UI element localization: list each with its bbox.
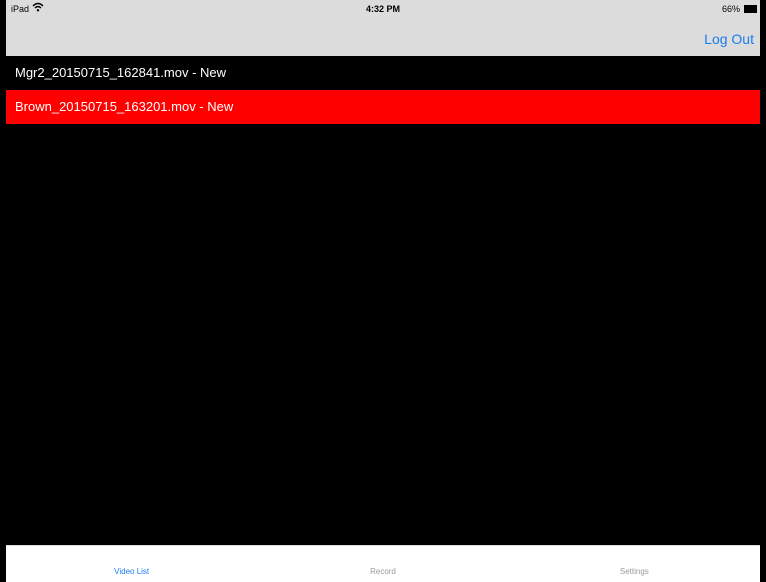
status-time: 4:32 PM: [365, 4, 400, 14]
battery-percent: 66%: [721, 4, 740, 14]
battery-icon: [744, 5, 757, 13]
tab-video-list[interactable]: Video List: [6, 546, 257, 582]
video-list-item[interactable]: Mgr2_20150715_162841.mov - New: [6, 56, 760, 90]
video-list-item-selected[interactable]: Brown_20150715_163201.mov - New: [6, 90, 760, 124]
status-bar: iPad 4:32 PM 66%: [6, 0, 760, 18]
tab-settings[interactable]: Settings: [509, 546, 760, 582]
tab-record[interactable]: Record: [257, 546, 508, 582]
log-out-button[interactable]: Log Out: [704, 31, 754, 47]
tab-bar: Video List Record Settings: [6, 545, 760, 582]
app-window: iPad 4:32 PM 66% Log Out Mgr2_20150715_1…: [0, 0, 766, 582]
video-list: Mgr2_20150715_162841.mov - New Brown_201…: [6, 56, 760, 546]
navigation-bar: iPad 4:32 PM 66% Log Out: [6, 0, 760, 56]
